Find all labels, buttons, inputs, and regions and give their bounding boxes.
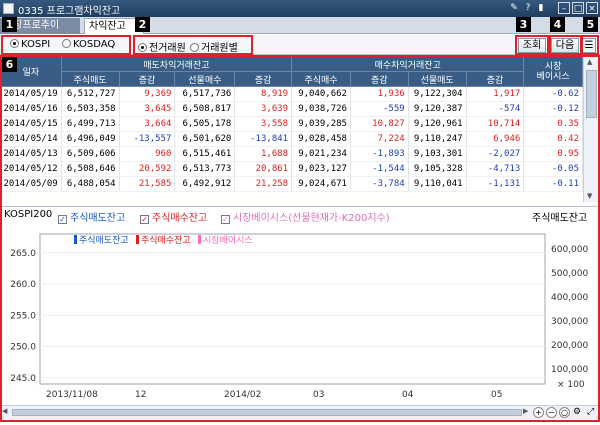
window-title: 0335 프로그램차익잔고	[18, 6, 121, 17]
highlight-query-button	[515, 35, 549, 55]
window-options-icon[interactable]: ▮	[535, 2, 547, 14]
help-icon[interactable]: ?	[522, 2, 534, 14]
title-bar: 0335 프로그램차익잔고 ✎ ? ▮ – □ ×	[0, 0, 600, 17]
annotation-badge-5: 5	[583, 17, 598, 32]
highlight-next-button	[549, 35, 582, 55]
close-button[interactable]: ×	[586, 2, 598, 14]
maximize-button[interactable]: □	[572, 2, 584, 14]
highlight-market-options	[1, 35, 131, 55]
pin-icon[interactable]: ✎	[508, 2, 520, 14]
minimize-button[interactable]: –	[558, 2, 570, 14]
annotation-badge-3: 3	[516, 17, 531, 32]
highlight-trader-options	[133, 35, 253, 55]
tab-bar: 시장프로추이 차익잔고	[0, 17, 600, 34]
highlight-content-area	[0, 55, 600, 422]
app-icon	[3, 3, 14, 14]
annotation-badge-1: 1	[2, 17, 17, 32]
annotation-badge-4: 4	[550, 17, 565, 32]
highlight-menu-button	[581, 35, 599, 55]
annotation-badge-2: 2	[135, 17, 150, 32]
